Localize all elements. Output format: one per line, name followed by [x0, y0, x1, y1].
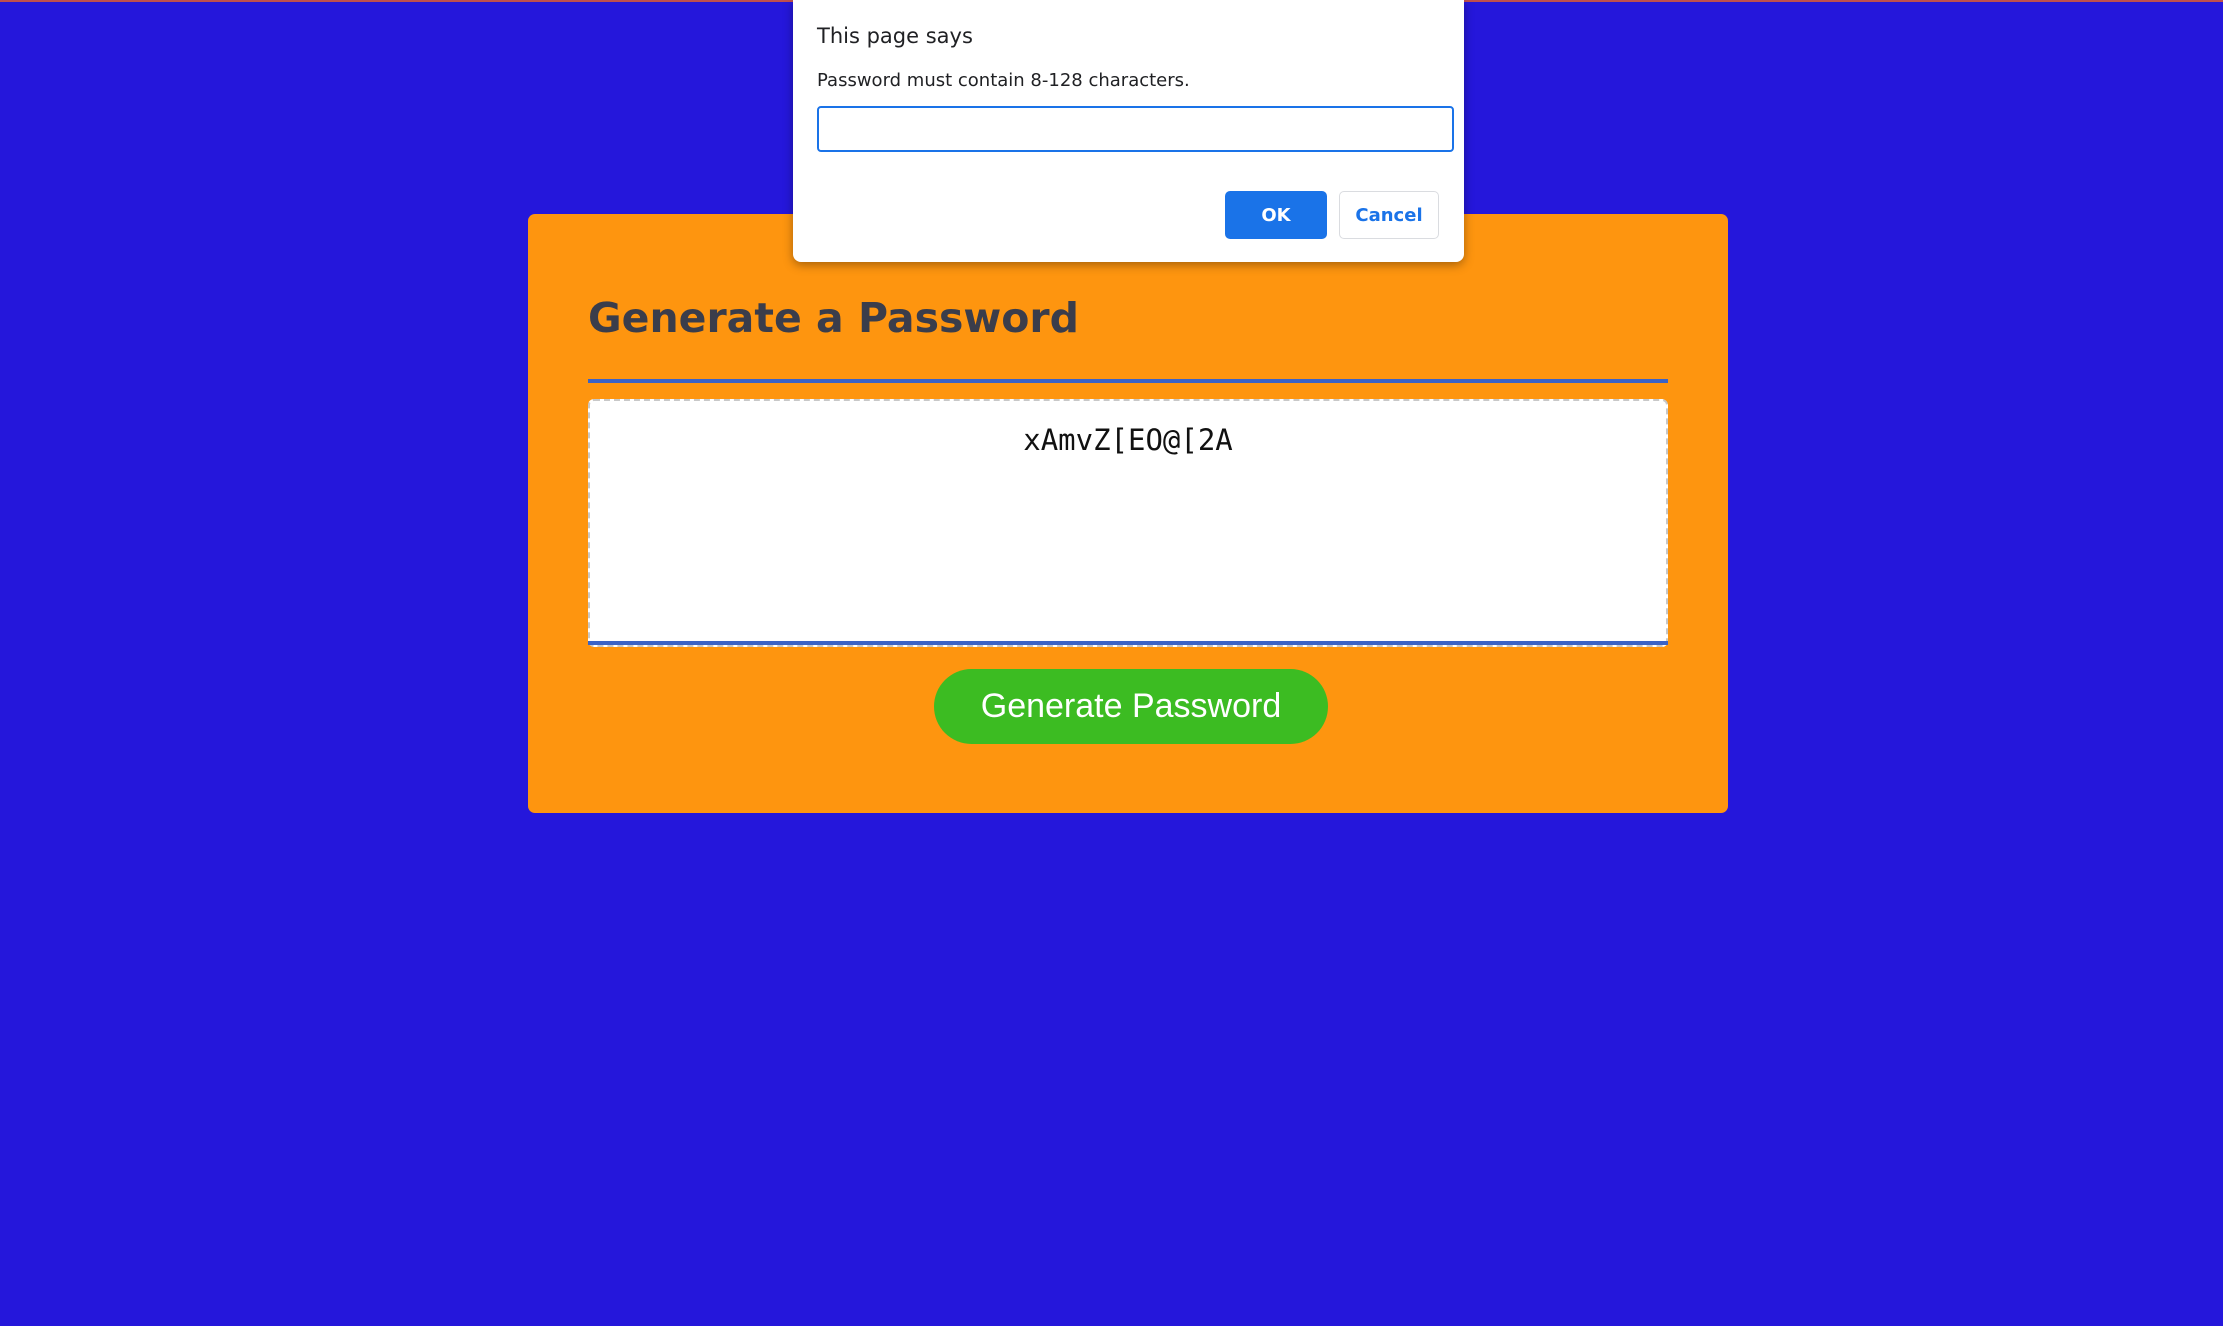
generate-password-button[interactable]: Generate Password: [934, 669, 1328, 744]
dialog-input[interactable]: [817, 106, 1454, 152]
bottom-divider: [588, 641, 1668, 645]
card-title: Generate a Password: [588, 294, 1079, 342]
ok-button[interactable]: OK: [1225, 191, 1327, 239]
dialog-message: Password must contain 8-128 characters.: [817, 70, 1190, 91]
password-output[interactable]: xAmvZ[EO@[2A: [588, 399, 1668, 647]
dialog-title: This page says: [817, 24, 973, 48]
cancel-button[interactable]: Cancel: [1339, 191, 1439, 239]
prompt-dialog: This page says Password must contain 8-1…: [793, 0, 1464, 262]
top-divider: [588, 379, 1668, 383]
password-generator-card: Generate a Password xAmvZ[EO@[2A Generat…: [528, 214, 1728, 813]
